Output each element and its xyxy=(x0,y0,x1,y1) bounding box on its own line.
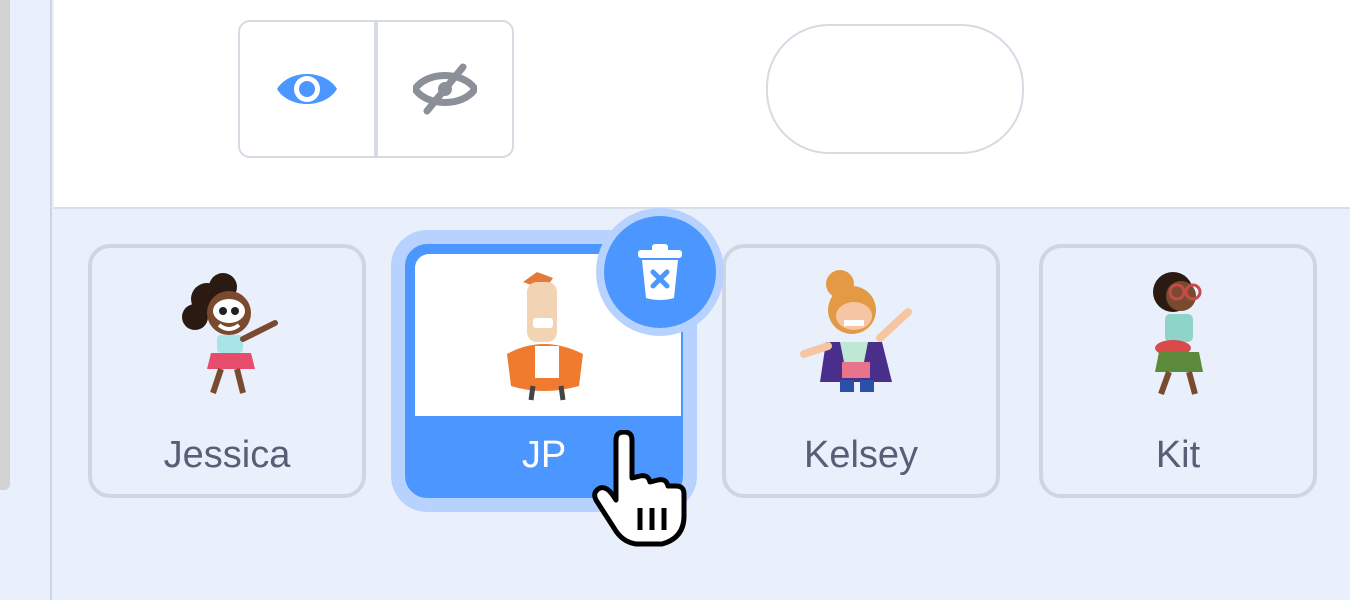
delete-sprite-button[interactable] xyxy=(604,216,716,328)
visibility-toggle-group xyxy=(238,20,514,158)
kelsey-figure-icon xyxy=(800,270,912,392)
sprite-tile-kit[interactable]: Kit xyxy=(1039,244,1317,498)
scrollbar-thumb[interactable] xyxy=(0,0,10,490)
eye-icon xyxy=(277,74,337,104)
sprite-name: Kelsey xyxy=(803,434,919,476)
sprite-thumbnail xyxy=(1043,248,1313,416)
sprite-name: Jessica xyxy=(163,434,291,476)
sprite-name: JP xyxy=(521,434,567,476)
sprite-tile-jessica[interactable]: Jessica xyxy=(88,244,366,498)
sprite-info-panel xyxy=(54,0,1350,209)
eye-slash-icon xyxy=(413,63,477,115)
trash-icon xyxy=(638,244,682,300)
sprite-thumbnail xyxy=(726,248,996,416)
show-sprite-button[interactable] xyxy=(240,22,374,156)
sprite-name: Kit xyxy=(1155,434,1201,476)
size-field[interactable] xyxy=(766,24,1024,154)
sprite-thumbnail xyxy=(92,248,362,416)
sprite-tile-kelsey[interactable]: Kelsey xyxy=(722,244,1000,498)
jessica-figure-icon xyxy=(182,272,278,394)
jp-figure-icon xyxy=(507,271,583,400)
hide-sprite-button[interactable] xyxy=(374,22,512,156)
left-scroll-strip xyxy=(0,0,52,600)
kit-figure-icon xyxy=(1153,272,1203,396)
